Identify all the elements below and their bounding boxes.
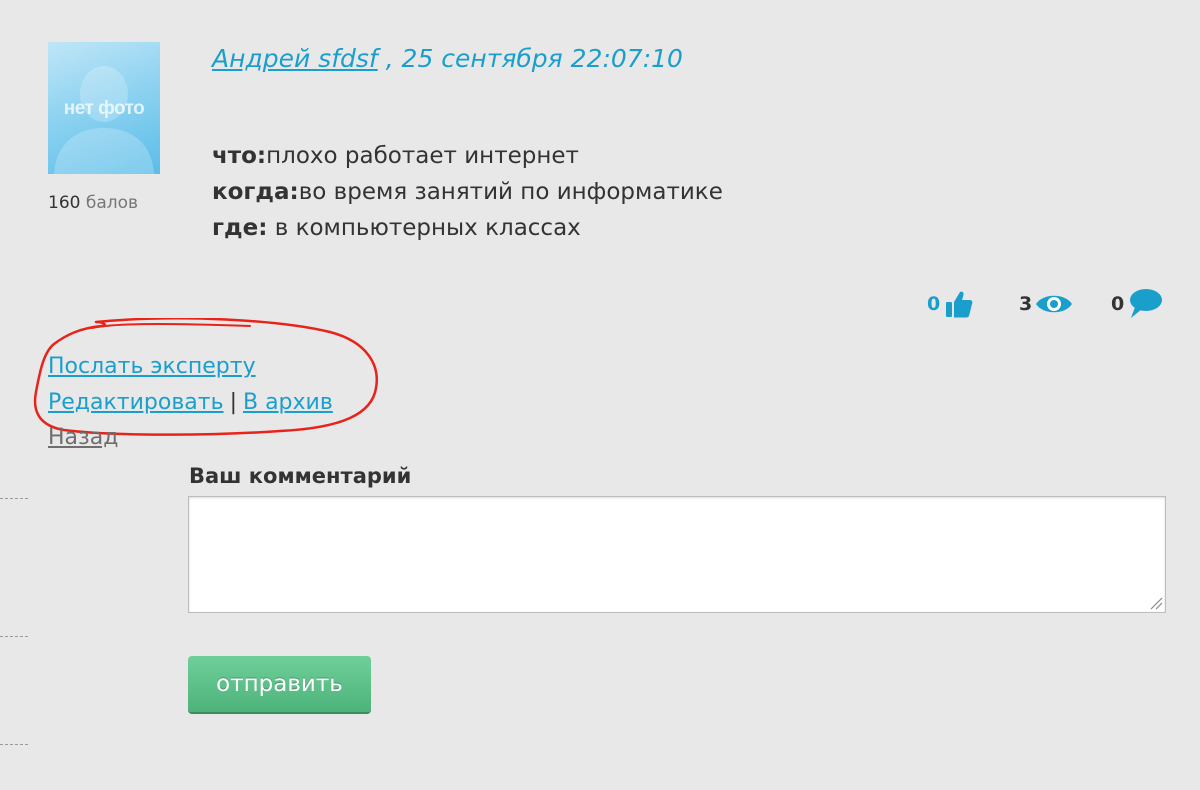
like-count: 0 (927, 293, 941, 315)
views-count: 3 (1019, 293, 1033, 315)
post-line-text: плохо работает интернет (266, 143, 579, 169)
post-body: что:плохо работает интернет когда:во вре… (212, 138, 723, 246)
link-separator: | (229, 390, 237, 415)
comment-textarea[interactable] (188, 496, 1166, 613)
post-line-label: когда: (212, 179, 299, 205)
back-link[interactable]: Назад (48, 425, 118, 450)
avatar-placeholder-text: нет фото (63, 98, 145, 119)
thumbs-up-icon[interactable] (943, 289, 973, 319)
divider-dash (0, 636, 28, 637)
post-header: Андрей sfdsf , 25 сентября 22:07:10 (212, 44, 683, 73)
divider-dash (0, 498, 28, 499)
speech-bubble-icon[interactable] (1127, 288, 1163, 320)
score-unit: балов (85, 193, 139, 213)
send-to-expert-link[interactable]: Послать эксперту (48, 354, 256, 379)
comment-label: Ваш комментарий (189, 464, 412, 488)
send-expert-row: Послать эксперту (48, 354, 256, 379)
edit-link[interactable]: Редактировать (48, 390, 224, 415)
back-row: Назад (48, 425, 118, 450)
comments-stat[interactable]: 0 (1111, 286, 1163, 322)
post-line-label: что: (212, 143, 267, 169)
views-stat: 3 (1019, 286, 1073, 322)
post-line-text: в компьютерных классах (267, 215, 581, 241)
divider-dash (0, 744, 28, 745)
post-line-label: где: (212, 215, 268, 241)
date-separator: , (377, 44, 402, 73)
archive-link[interactable]: В архив (243, 390, 333, 415)
post-line-text: во время занятий по информатике (298, 179, 723, 205)
edit-archive-row: Редактировать | В архив (48, 390, 333, 415)
resize-handle-icon[interactable] (1149, 596, 1163, 610)
comments-count: 0 (1111, 293, 1125, 315)
eye-icon (1036, 295, 1073, 313)
avatar: нет фото (48, 42, 160, 174)
score-value: 160 (48, 193, 81, 213)
like-stat[interactable]: 0 (927, 286, 973, 322)
post-line-what: что:плохо работает интернет (212, 138, 723, 174)
post-line-where: где: в компьютерных классах (212, 210, 723, 246)
submit-button[interactable]: отправить (188, 656, 371, 712)
user-score: 160 балов (48, 193, 138, 213)
author-link[interactable]: Андрей sfdsf (212, 44, 378, 73)
post-date: 25 сентября 22:07:10 (401, 44, 683, 73)
post-line-when: когда:во время занятий по информатике (212, 174, 723, 210)
